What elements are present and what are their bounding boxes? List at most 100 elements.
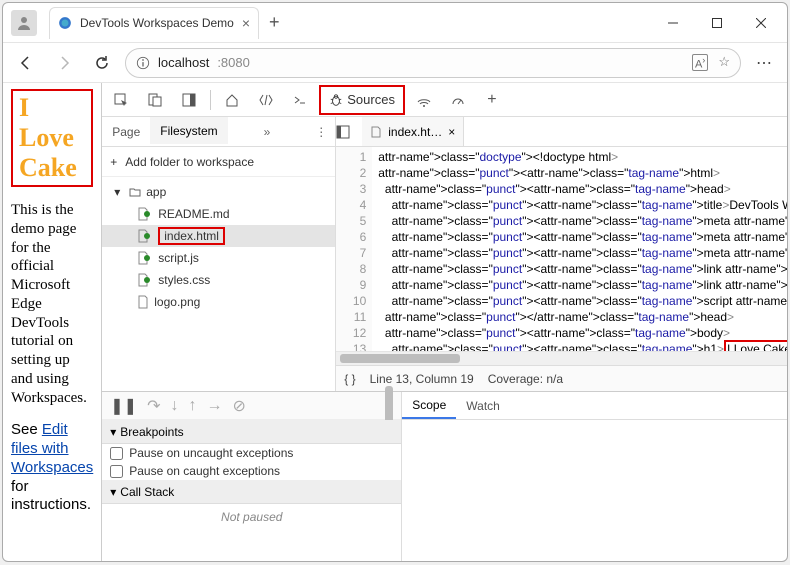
coverage-status[interactable]: Coverage: n/a: [488, 372, 563, 386]
plus-icon: +: [110, 155, 117, 169]
person-icon: [16, 15, 32, 31]
step-out-icon[interactable]: ↑: [188, 397, 196, 415]
edge-icon: [58, 16, 72, 30]
file-name: README.md: [158, 207, 229, 221]
scope-not-paused: Not paused: [402, 420, 787, 446]
rendered-page: I Love Cake This is the demo page for th…: [3, 83, 101, 561]
address-port: :8080: [217, 55, 250, 70]
navigator-tabs: Page Filesystem » ⋮: [102, 117, 335, 147]
file-icon: [136, 295, 150, 309]
more-tabs-button[interactable]: +: [477, 85, 507, 115]
tree-file[interactable]: script.js: [102, 247, 335, 269]
editor-tab-index[interactable]: index.ht… ×: [362, 117, 464, 146]
step-into-icon[interactable]: ↓: [170, 397, 178, 415]
editor-sidebar-toggle-icon[interactable]: [336, 125, 362, 139]
console-tab-icon[interactable]: [285, 85, 315, 115]
file-name: index.html: [158, 227, 225, 245]
callstack-section[interactable]: ▾Call Stack: [102, 480, 401, 504]
breakpoints-section[interactable]: ▾Breakpoints: [102, 420, 401, 444]
devtools-bottom: ❚❚ ↷ ↓ ↑ → ⊘ ▾Breakpoints Pause on uncau…: [102, 391, 787, 561]
address-bar[interactable]: localhost :8080 A› ☆: [125, 48, 741, 78]
page-paragraph-1: This is the demo page for the official M…: [11, 201, 93, 407]
browser-window: DevTools Workspaces Demo × + localhost :8…: [2, 2, 788, 562]
favorite-icon[interactable]: ☆: [718, 54, 730, 72]
new-tab-button[interactable]: +: [263, 12, 286, 33]
scope-tabs: Scope Watch: [402, 392, 787, 420]
navigator-menu-icon[interactable]: ⋮: [307, 125, 335, 139]
window-controls: [651, 8, 783, 38]
reader-mode-icon[interactable]: A›: [692, 54, 708, 72]
deactivate-breakpoints-icon[interactable]: ⊘: [232, 396, 245, 416]
file-tree: ▾ app README.md index.html script.js styles…: [102, 177, 335, 317]
minimize-button[interactable]: [651, 8, 695, 38]
filesystem-tab[interactable]: Filesystem: [150, 117, 227, 146]
tree-file[interactable]: styles.css: [102, 269, 335, 291]
chevron-down-icon: ▾: [110, 185, 124, 199]
file-name: logo.png: [154, 295, 200, 309]
scope-pane: Scope Watch Not paused: [402, 392, 787, 561]
line-gutter: 1234567891011121314: [336, 147, 372, 351]
profile-avatar[interactable]: [11, 10, 37, 36]
tree-file[interactable]: logo.png: [102, 291, 335, 313]
pause-icon[interactable]: ❚❚: [110, 396, 137, 416]
performance-tab-icon[interactable]: [443, 85, 473, 115]
page-heading: I Love Cake: [11, 89, 93, 187]
code-content[interactable]: attr-name">class="doctype"><!doctype htm…: [372, 147, 787, 351]
folder-icon: [128, 186, 142, 198]
editor-scrollbar-horizontal[interactable]: [336, 351, 787, 365]
site-info-icon[interactable]: [136, 56, 150, 70]
content-area: I Love Cake This is the demo page for th…: [3, 83, 787, 561]
forward-button: [49, 48, 79, 78]
add-folder-button[interactable]: + Add folder to workspace: [102, 147, 335, 177]
step-icon[interactable]: →: [206, 397, 222, 415]
network-tab-icon[interactable]: [409, 85, 439, 115]
tree-file[interactable]: index.html: [102, 225, 335, 247]
page-tab[interactable]: Page: [102, 117, 150, 146]
file-name: styles.css: [158, 273, 210, 287]
address-host: localhost: [158, 55, 209, 70]
tab-title: DevTools Workspaces Demo: [80, 16, 234, 30]
browser-tab[interactable]: DevTools Workspaces Demo ×: [49, 7, 259, 39]
tree-file[interactable]: README.md: [102, 203, 335, 225]
tab-close-icon[interactable]: ×: [242, 15, 250, 31]
inspect-element-icon[interactable]: [106, 85, 136, 115]
sources-tab[interactable]: Sources: [319, 85, 405, 115]
navigator-pane: Page Filesystem » ⋮ + Add folder to work…: [102, 117, 336, 391]
elements-tab-icon[interactable]: [251, 85, 281, 115]
debugger-controls: ❚❚ ↷ ↓ ↑ → ⊘: [102, 392, 401, 420]
dock-side-icon[interactable]: [174, 85, 204, 115]
cursor-position: Line 13, Column 19: [370, 372, 474, 386]
callstack-not-paused: Not paused: [102, 504, 401, 530]
brackets-icon[interactable]: { }: [344, 372, 355, 386]
code-editor[interactable]: 1234567891011121314 attr-name">class="do…: [336, 147, 787, 351]
page-paragraph-2: See Edit files with Workspaces for instr…: [11, 421, 93, 515]
sources-label: Sources: [347, 92, 395, 107]
navigator-overflow-icon[interactable]: »: [258, 125, 277, 139]
editor-tabs: index.ht… ×: [336, 117, 787, 147]
address-bar-row: localhost :8080 A› ☆ ⋯: [3, 43, 787, 83]
close-window-button[interactable]: [739, 8, 783, 38]
devtools-panel: Sources + ⋯ × Page Filesystem: [101, 83, 787, 561]
device-emulation-icon[interactable]: [140, 85, 170, 115]
file-icon: [370, 126, 382, 138]
editor-pane: index.ht… × 1234567891011121314 attr-nam…: [336, 117, 787, 391]
menu-button[interactable]: ⋯: [749, 48, 779, 78]
pause-caught-checkbox[interactable]: Pause on caught exceptions: [102, 462, 401, 480]
debugger-pane: ❚❚ ↷ ↓ ↑ → ⊘ ▾Breakpoints Pause on uncau…: [102, 392, 402, 561]
refresh-button[interactable]: [87, 48, 117, 78]
tree-folder-app[interactable]: ▾ app: [102, 181, 335, 203]
watch-tab[interactable]: Watch: [456, 392, 510, 419]
back-button[interactable]: [11, 48, 41, 78]
editor-tab-close-icon[interactable]: ×: [448, 125, 455, 139]
step-over-icon[interactable]: ↷: [147, 396, 160, 416]
pause-uncaught-checkbox[interactable]: Pause on uncaught exceptions: [102, 444, 401, 462]
chevron-down-icon: ▾: [110, 425, 116, 439]
bug-icon: [329, 93, 343, 107]
file-name: script.js: [158, 251, 199, 265]
devtools-main: Page Filesystem » ⋮ + Add folder to work…: [102, 117, 787, 391]
chevron-down-icon: ▾: [110, 485, 116, 499]
scope-tab[interactable]: Scope: [402, 392, 456, 419]
devtools-toolbar: Sources + ⋯ ×: [102, 83, 787, 117]
welcome-tab-icon[interactable]: [217, 85, 247, 115]
maximize-button[interactable]: [695, 8, 739, 38]
